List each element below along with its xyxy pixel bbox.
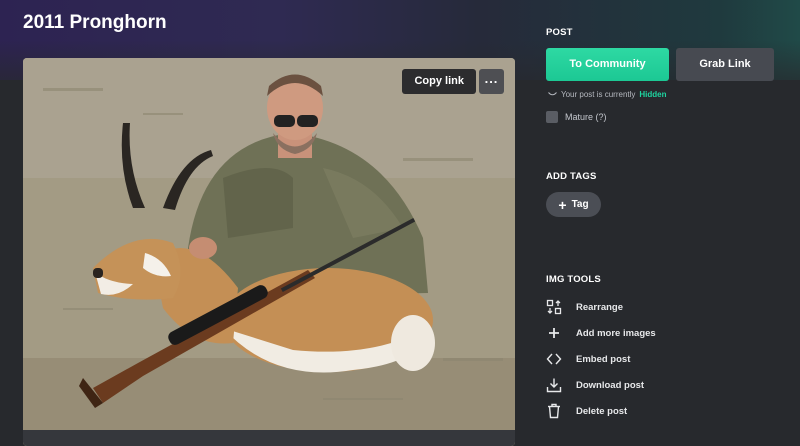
post-section-label: POST bbox=[546, 27, 573, 38]
eye-closed-icon bbox=[548, 92, 557, 96]
copy-link-button[interactable]: Copy link bbox=[402, 69, 476, 94]
visibility-status[interactable]: Hidden bbox=[639, 90, 666, 99]
delete-post-label: Delete post bbox=[576, 405, 628, 417]
plus-icon: + bbox=[558, 196, 567, 213]
embed-post-tool[interactable]: Embed post bbox=[546, 351, 630, 367]
img-tools-label: IMG TOOLS bbox=[546, 274, 601, 285]
visibility-note: Your post is currently Hidden bbox=[548, 90, 667, 99]
mature-label: Mature (?) bbox=[565, 112, 607, 122]
image-bottom-bar bbox=[23, 430, 515, 446]
tag-button-label: Tag bbox=[571, 199, 589, 210]
add-tag-button[interactable]: + Tag bbox=[546, 192, 601, 217]
mature-checkbox[interactable] bbox=[546, 111, 558, 123]
post-title: 2011 Pronghorn bbox=[23, 12, 167, 33]
download-post-label: Download post bbox=[576, 379, 645, 391]
mature-toggle[interactable]: Mature (?) bbox=[546, 111, 607, 123]
post-image[interactable] bbox=[23, 58, 515, 446]
plus-icon bbox=[546, 325, 562, 341]
add-more-images-tool[interactable]: Add more images bbox=[546, 325, 656, 341]
post-image-card: Copy link ... bbox=[23, 58, 515, 446]
download-post-tool[interactable]: Download post bbox=[546, 377, 644, 393]
rearrange-tool[interactable]: Rearrange bbox=[546, 299, 623, 315]
to-community-button[interactable]: To Community bbox=[546, 48, 669, 81]
delete-post-tool[interactable]: Delete post bbox=[546, 403, 627, 419]
more-options-button[interactable]: ... bbox=[479, 69, 504, 94]
rearrange-label: Rearrange bbox=[576, 301, 623, 313]
add-tags-label: ADD TAGS bbox=[546, 171, 597, 182]
add-more-images-label: Add more images bbox=[576, 327, 656, 339]
code-icon bbox=[546, 351, 562, 367]
embed-post-label: Embed post bbox=[576, 353, 631, 365]
trash-icon bbox=[546, 403, 562, 419]
visibility-prefix: Your post is currently bbox=[561, 90, 636, 99]
grab-link-button[interactable]: Grab Link bbox=[676, 48, 774, 81]
download-icon bbox=[546, 377, 562, 393]
rearrange-icon bbox=[546, 299, 562, 315]
